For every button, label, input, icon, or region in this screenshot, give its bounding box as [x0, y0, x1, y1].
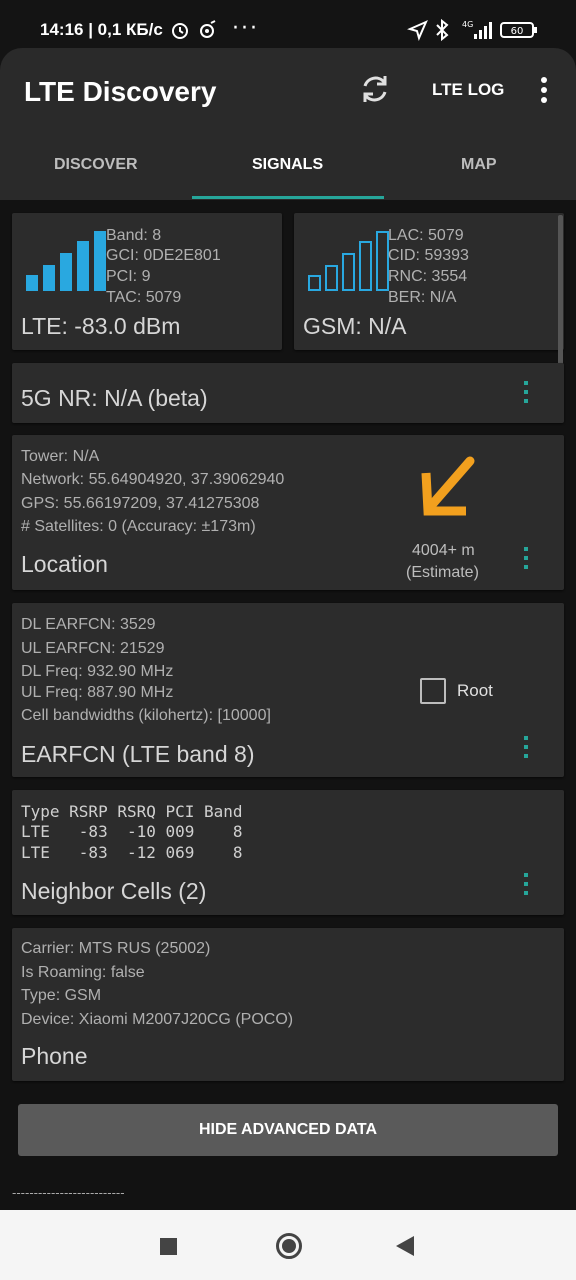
dl-earfcn: DL EARFCN: 3529 [21, 616, 156, 633]
neighbor-menu-icon[interactable] [522, 873, 530, 895]
phone-type: Type: GSM [21, 987, 102, 1004]
root-checkbox[interactable] [420, 678, 446, 704]
lte-signal-value: LTE: -83.0 dBm [21, 313, 181, 339]
bluetooth-icon [436, 18, 449, 42]
alarm-icon [172, 23, 188, 39]
hide-advanced-data-button[interactable]: HIDE ADVANCED DATA [18, 1104, 558, 1156]
lte-band: Band: 8 [106, 227, 162, 244]
recents-button[interactable] [160, 1238, 177, 1255]
app-title: LTE Discovery [24, 76, 217, 107]
cell-signal-icon: 4G [462, 20, 492, 39]
nr-card[interactable]: 5G NR: N/A (beta) [12, 363, 564, 423]
tab-indicator [192, 196, 384, 199]
lte-signal-bars-icon [26, 231, 106, 291]
status-time: 14:16 | 0,1 КБ/с [40, 20, 163, 39]
back-button[interactable] [396, 1236, 414, 1256]
phone-device: Device: Xiaomi M2007J20CG (POCO) [21, 1011, 294, 1028]
cell-bandwidths: Cell bandwidths (kilohertz): [10000] [21, 707, 271, 724]
location-satellites: # Satellites: 0 (Accuracy: ±173m) [21, 518, 256, 535]
lte-tac: TAC: 5079 [106, 289, 182, 306]
location-network: Network: 55.64904920, 37.39062940 [21, 471, 285, 488]
location-card[interactable]: Tower: N/A Network: 55.64904920, 37.3906… [12, 435, 564, 590]
distance-estimate: (Estimate) [406, 564, 479, 581]
phone-roaming: Is Roaming: false [21, 964, 145, 981]
neighbor-cells-title: Neighbor Cells (2) [21, 878, 207, 904]
footer-divider: -------------------------- [12, 1186, 125, 1200]
refresh-icon[interactable] [358, 72, 392, 106]
tab-map[interactable]: MAP [461, 156, 497, 174]
svg-text:4G: 4G [462, 20, 473, 29]
neighbor-row: LTE -83 -12 069 8 [21, 843, 243, 862]
direction-arrow-icon [421, 456, 475, 516]
phone-card[interactable]: Carrier: MTS RUS (25002) Is Roaming: fal… [12, 928, 564, 1081]
ul-earfcn: UL EARFCN: 21529 [21, 640, 165, 657]
gsm-signal-value: GSM: N/A [303, 313, 407, 339]
gsm-lac: LAC: 5079 [388, 227, 464, 244]
ul-freq: UL Freq: 887.90 MHz [21, 684, 174, 701]
lte-pci: PCI: 9 [106, 268, 151, 285]
home-button[interactable] [276, 1233, 302, 1259]
location-menu-icon[interactable] [522, 547, 530, 569]
dl-freq: DL Freq: 932.90 MHz [21, 663, 174, 680]
lte-gci: GCI: 0DE2E801 [106, 247, 221, 264]
overflow-menu-icon[interactable] [532, 74, 556, 106]
nr-menu-icon[interactable] [522, 381, 530, 403]
lte-signal-card[interactable]: Band: 8 GCI: 0DE2E801 PCI: 9 TAC: 5079 L… [12, 213, 282, 350]
gsm-rnc: RNC: 3554 [388, 268, 468, 285]
gsm-cid: CID: 59393 [388, 247, 469, 264]
app-bar: LTE Discovery LTE LOG DISCOVER SIGNALS M… [0, 48, 576, 200]
tab-signals[interactable]: SIGNALS [252, 156, 323, 174]
location-tower: Tower: N/A [21, 448, 100, 465]
svg-text:60: 60 [511, 26, 524, 37]
phone-carrier: Carrier: MTS RUS (25002) [21, 940, 211, 957]
neighbor-cells-card[interactable]: Type RSRP RSRQ PCI Band LTE -83 -10 009 … [12, 790, 564, 915]
phone-title: Phone [21, 1043, 88, 1069]
location-title: Location [21, 551, 108, 577]
tab-discover[interactable]: DISCOVER [54, 156, 138, 174]
neighbor-table-header: Type RSRP RSRQ PCI Band [21, 802, 243, 821]
gsm-signal-card[interactable]: LAC: 5079 CID: 59393 RNC: 3554 BER: N/A … [294, 213, 564, 350]
earfcn-menu-icon[interactable] [522, 736, 530, 758]
earfcn-title: EARFCN (LTE band 8) [21, 741, 255, 767]
more-notifications-icon: ··· [232, 16, 259, 41]
neighbor-row: LTE -83 -10 009 8 [21, 822, 243, 841]
location-arrow-icon [407, 20, 428, 41]
root-label[interactable]: Root [457, 681, 493, 701]
tower-distance: 4004+ m [412, 542, 475, 559]
scrollbar[interactable] [558, 215, 563, 383]
gsm-ber: BER: N/A [388, 289, 457, 306]
battery-icon: 60 [500, 22, 537, 38]
lte-log-button[interactable]: LTE LOG [432, 80, 504, 100]
earfcn-card[interactable]: DL EARFCN: 3529 UL EARFCN: 21529 DL Freq… [12, 603, 564, 777]
music-icon [200, 20, 216, 38]
location-gps: GPS: 55.66197209, 37.41275308 [21, 495, 260, 512]
nr-title: 5G NR: N/A (beta) [21, 385, 208, 411]
gsm-signal-bars-icon [308, 231, 389, 291]
